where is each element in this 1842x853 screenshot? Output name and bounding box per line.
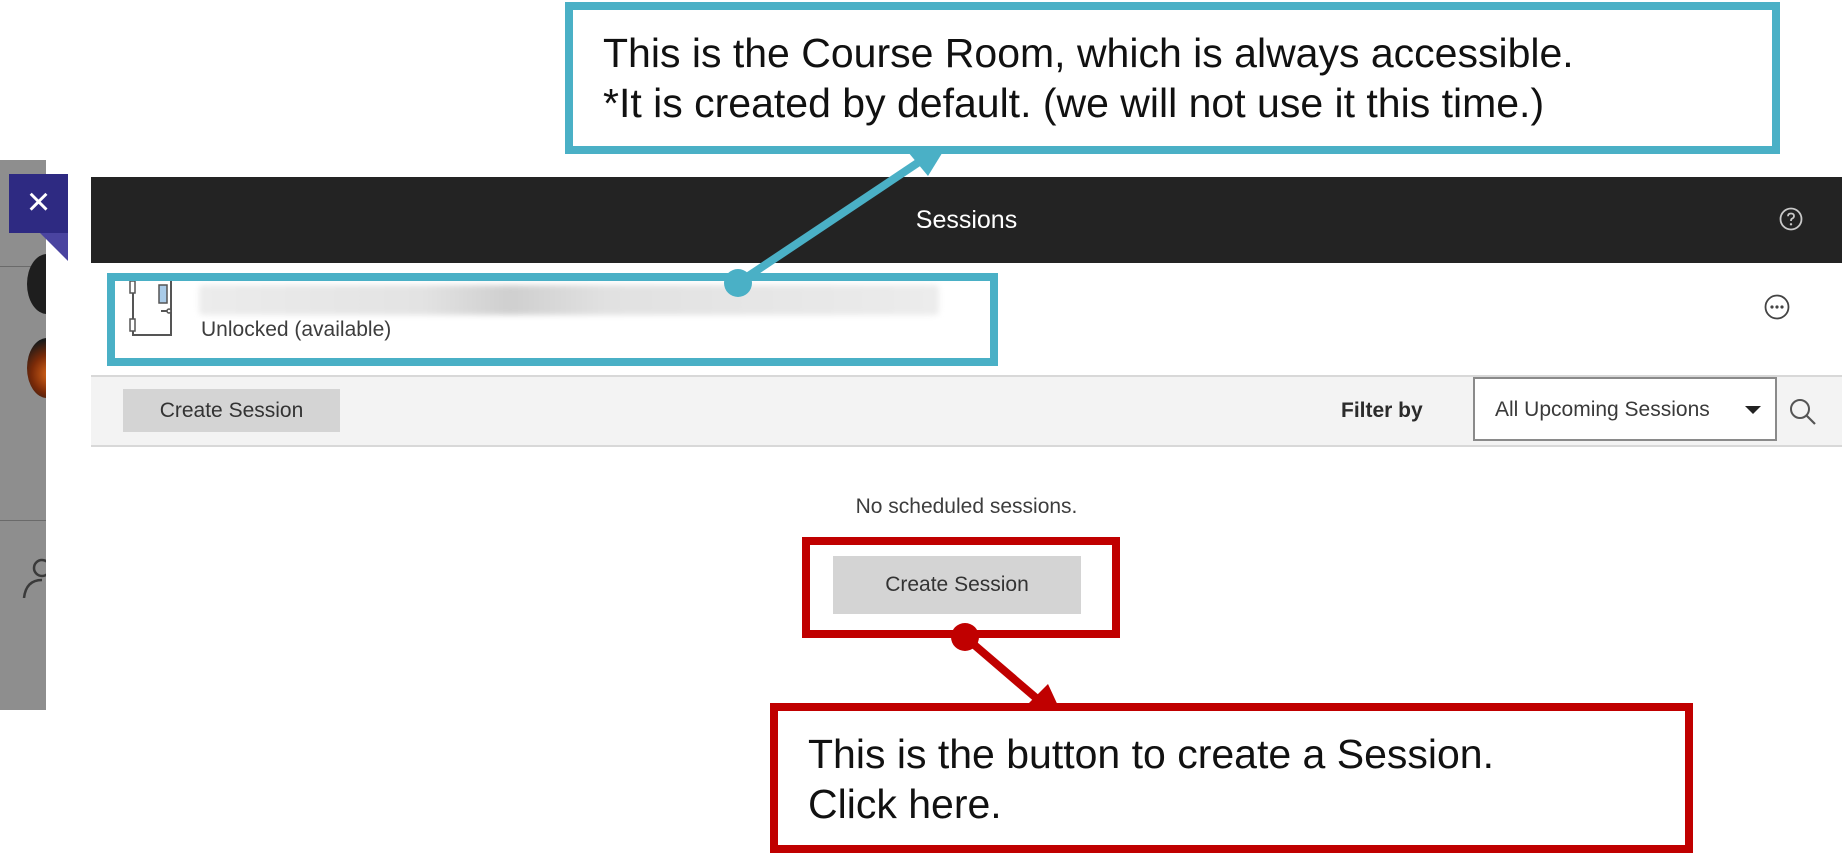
red-connector-line <box>962 633 1045 707</box>
callout-text-line: *It is created by default. (we will not … <box>603 80 1545 126</box>
callout-text-line: This is the Course Room, which is always… <box>603 30 1574 76</box>
red-connector-dot <box>951 623 979 651</box>
callout-text-line: Click here. <box>808 781 1002 827</box>
create-session-callout: This is the button to create a Session. … <box>770 703 1693 853</box>
callout-text-line: This is the button to create a Session. <box>808 731 1494 777</box>
course-room-callout: This is the Course Room, which is always… <box>565 2 1780 154</box>
blue-connector-dot <box>724 269 752 297</box>
blue-connector-line <box>735 156 925 287</box>
